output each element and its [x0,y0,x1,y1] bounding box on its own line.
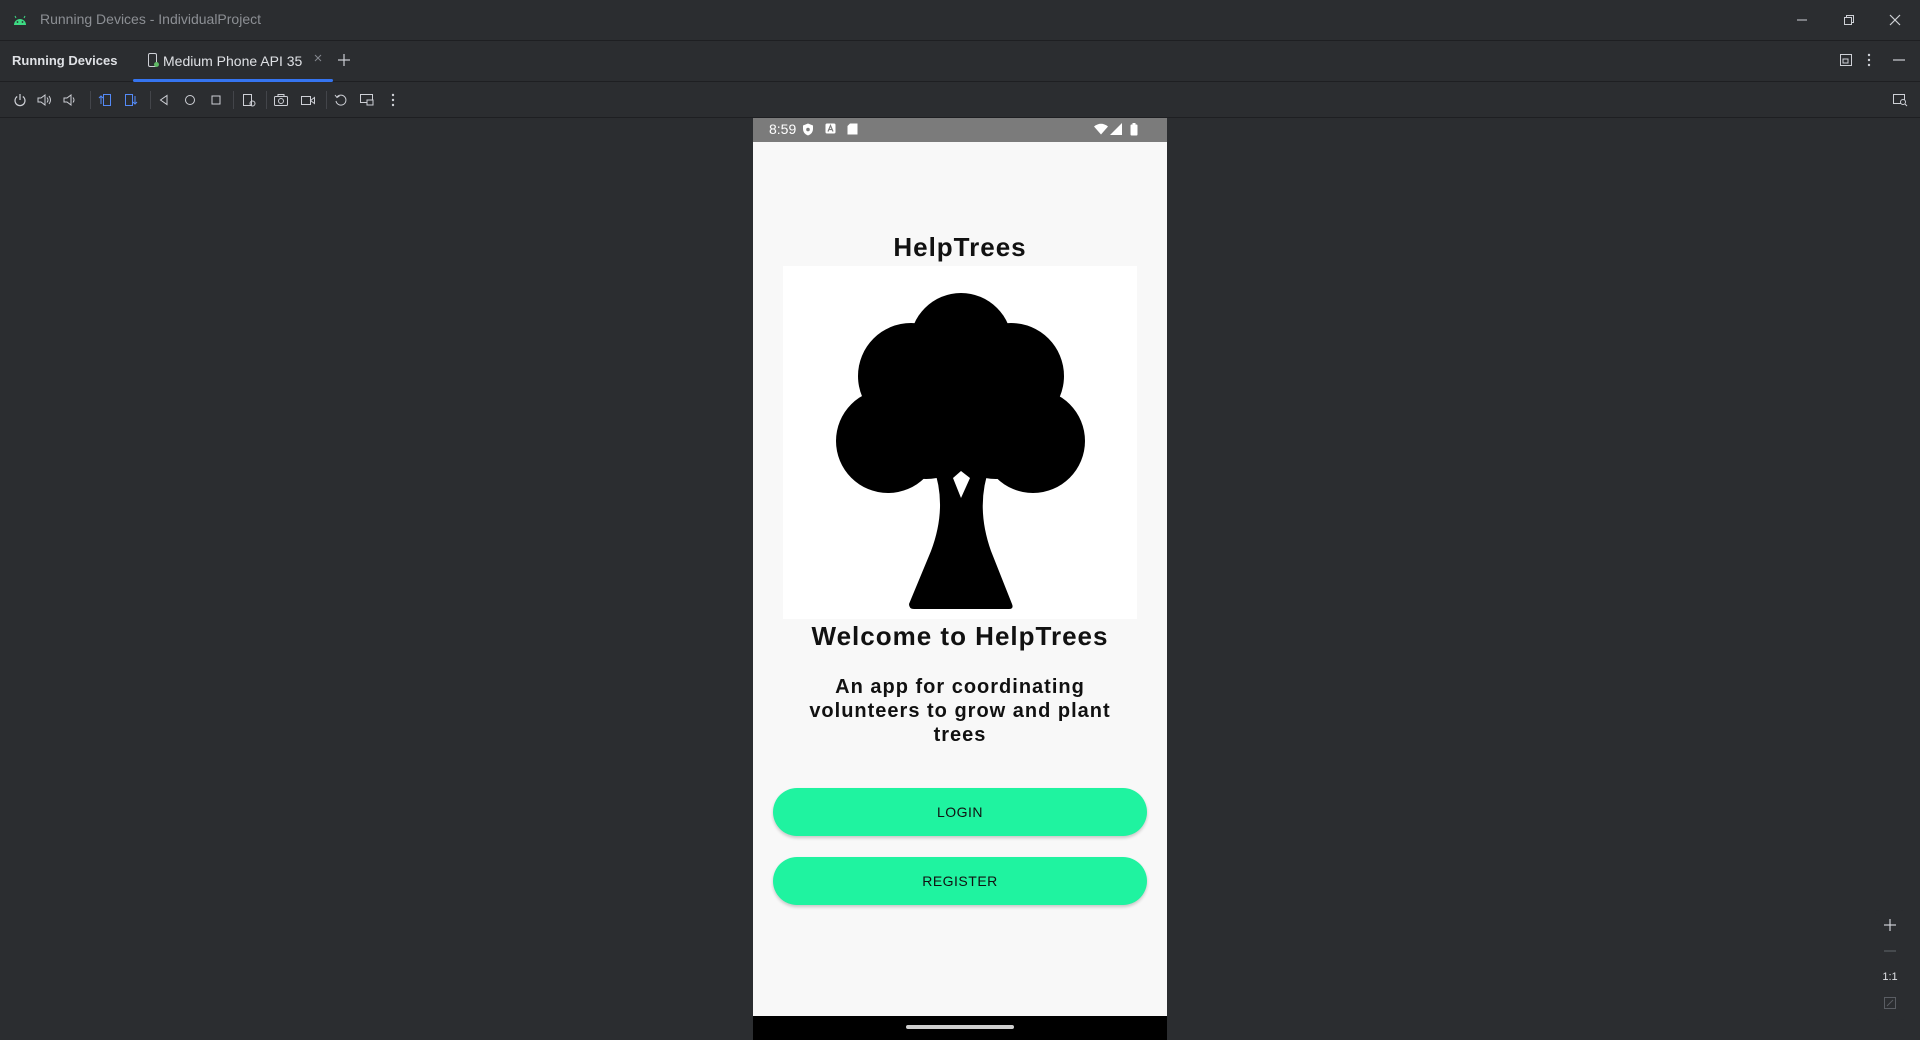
rotate-right-icon[interactable] [122,91,140,109]
fit-screen-icon[interactable] [1875,992,1905,1014]
fold-icon[interactable] [240,91,258,109]
navigation-bar [753,1016,1167,1040]
device-toolbar [0,82,1920,118]
power-icon[interactable] [11,91,29,109]
inspect-icon[interactable] [1891,91,1909,109]
tab-close-icon[interactable] [313,53,323,63]
login-button[interactable]: LOGIN [773,788,1147,836]
snapshot-icon[interactable] [358,91,376,109]
screen-record-icon[interactable] [299,91,317,109]
zoom-in-icon[interactable] [1875,914,1905,936]
tree-icon [783,266,1137,619]
volume-up-icon[interactable] [36,91,54,109]
status-bar: 8:59 [753,118,1167,142]
title-bar: Running Devices - IndividualProject [0,0,1920,41]
shield-icon [802,123,814,136]
actual-size-button[interactable]: 1:1 [1875,966,1905,988]
gesture-handle[interactable] [906,1025,1014,1029]
register-button[interactable]: REGISTER [773,857,1147,905]
close-icon[interactable] [1883,8,1907,32]
welcome-heading: Welcome to HelpTrees [811,621,1109,651]
overview-icon[interactable] [207,91,225,109]
status-time: 8:59 [769,121,797,137]
more-options-icon[interactable] [384,91,402,109]
restore-icon[interactable] [1837,8,1861,32]
sd-card-icon [847,123,858,135]
volume-down-icon[interactable] [61,91,79,109]
app-title: HelpTrees [893,232,1027,262]
tab-medium-phone[interactable]: Medium Phone API 35 [133,41,333,82]
rotate-left-icon[interactable] [96,91,114,109]
minimize-icon[interactable] [1790,8,1814,32]
tab-row: Running Devices Medium Phone API 35 [0,41,1920,82]
hide-panel-icon[interactable] [1892,53,1906,67]
tab-label: Medium Phone API 35 [163,53,303,69]
wifi-icon [1094,123,1108,135]
add-tab-icon[interactable] [336,52,352,68]
android-icon [12,13,28,27]
tool-window-title: Running Devices [12,53,118,68]
device-icon [147,53,159,68]
app-description: An app for coordinating volunteers to gr… [809,676,1111,746]
actual-size-label: 1:1 [1882,971,1898,983]
options-icon[interactable] [1866,53,1872,67]
zoom-controls: 1:1 [1875,910,1905,1020]
layout-icon[interactable] [1839,53,1853,67]
zoom-out-icon[interactable] [1875,940,1905,962]
window-title: Running Devices - IndividualProject [40,11,261,27]
reset-icon[interactable] [332,91,350,109]
home-icon[interactable] [181,91,199,109]
signal-icon [1110,123,1122,135]
back-icon[interactable] [155,91,173,109]
a-icon [825,123,836,134]
screenshot-icon[interactable] [272,91,290,109]
battery-icon [1130,123,1138,136]
device-screen[interactable]: 8:59 HelpTrees Welcome to HelpTrees An a… [753,118,1167,1040]
